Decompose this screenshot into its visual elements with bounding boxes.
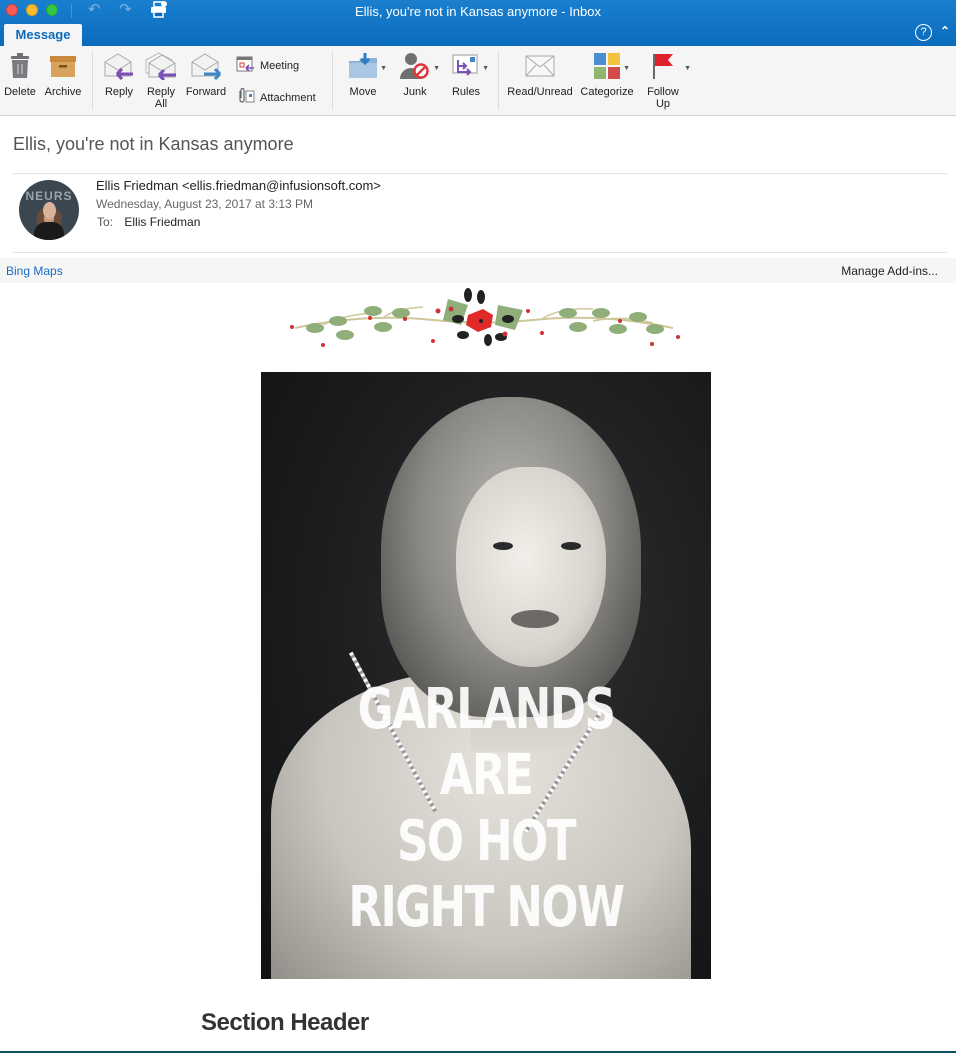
message-datetime: Wednesday, August 23, 2017 at 3:13 PM (96, 197, 314, 211)
delete-label: Delete (4, 86, 36, 98)
junk-button[interactable]: ▼ Junk (397, 46, 440, 116)
junk-user-icon: ▼ (399, 46, 440, 86)
to-label: To: (97, 215, 114, 229)
hero-image-eye (493, 542, 513, 550)
reply-icon (103, 46, 135, 86)
move-button[interactable]: ▼ Move (345, 46, 387, 116)
addin-bar: Bing Maps Manage Add-ins... (0, 258, 956, 283)
collapse-ribbon-icon[interactable]: ⌃ (940, 24, 950, 38)
hero-image-eye (561, 542, 581, 550)
calendar-icon (236, 56, 255, 75)
trash-icon (9, 46, 31, 86)
avatar-background-text: NEURS (25, 189, 73, 203)
recipient[interactable]: Ellis Friedman (124, 215, 200, 229)
hero-text-line: SO HOT (397, 809, 576, 874)
reply-button[interactable]: Reply (101, 46, 137, 116)
meeting-button[interactable]: Meeting (236, 56, 299, 75)
follow-up-button[interactable]: ▼ Follow Up (644, 46, 691, 116)
ribbon-divider (498, 52, 499, 110)
attachment-button[interactable]: Attachment (236, 87, 316, 107)
archive-label: Archive (44, 86, 82, 98)
reply-label: Reply (104, 86, 134, 98)
rules-icon: ▼ (452, 46, 489, 86)
meeting-label: Meeting (260, 59, 300, 72)
chevron-down-icon: ▼ (684, 65, 691, 72)
garland-image (290, 288, 680, 347)
ribbon-toolbar: Delete Archive Reply Reply All Forward M… (0, 46, 956, 116)
help-icon[interactable]: ? (915, 24, 932, 41)
attachment-label: Attachment (260, 91, 316, 104)
tab-message[interactable]: Message (4, 24, 82, 46)
delete-button[interactable]: Delete (2, 46, 38, 116)
categories-grid-icon: ▼ (593, 46, 630, 86)
title-bar: ↶ ↷ Ellis, you're not in Kansas anymore … (0, 0, 956, 46)
rules-label: Rules (451, 86, 481, 98)
move-label: Move (349, 86, 377, 98)
chevron-down-icon: ▼ (380, 65, 387, 72)
rules-button[interactable]: ▼ Rules (448, 46, 489, 116)
archive-button[interactable]: Archive (42, 46, 84, 116)
recipients-row: To: Ellis Friedman (97, 215, 200, 229)
hero-overlay-text: GARLANDS ARE SO HOT RIGHT NOW (311, 677, 662, 941)
forward-button[interactable]: Forward (184, 46, 228, 116)
message-subject: Ellis, you're not in Kansas anymore (13, 134, 294, 154)
read-unread-label: Read/Unread (507, 86, 573, 98)
chevron-down-icon: ▼ (623, 65, 630, 72)
junk-label: Junk (403, 86, 427, 98)
envelope-icon (525, 46, 555, 86)
chevron-down-icon: ▼ (482, 65, 489, 72)
avatar: NEURS (19, 180, 79, 240)
categorize-label: Categorize (580, 86, 634, 98)
header-divider (13, 252, 947, 253)
avatar-body (34, 222, 64, 240)
avatar-face (43, 202, 56, 219)
reply-all-icon (144, 46, 178, 86)
header-divider (13, 173, 947, 174)
read-unread-button[interactable]: Read/Unread (506, 46, 574, 116)
chevron-down-icon: ▼ (433, 65, 440, 72)
hero-text-line: RIGHT NOW (348, 875, 625, 940)
ribbon-divider (92, 52, 93, 110)
categorize-button[interactable]: ▼ Categorize (578, 46, 636, 116)
sender[interactable]: Ellis Friedman <ellis.friedman@infusions… (96, 178, 381, 193)
manage-addins-link[interactable]: Manage Add-ins... (841, 264, 938, 278)
hero-image-lips (511, 610, 559, 628)
flag-icon: ▼ (651, 46, 691, 86)
reply-all-button[interactable]: Reply All (143, 46, 179, 116)
archive-box-icon (49, 46, 77, 86)
forward-label: Forward (185, 86, 227, 98)
bing-maps-link[interactable]: Bing Maps (6, 264, 63, 278)
forward-icon (190, 46, 222, 86)
reply-all-label: Reply All (146, 86, 176, 110)
paperclip-icon (236, 87, 255, 107)
ribbon-divider (332, 52, 333, 110)
follow-up-label: Follow Up (647, 86, 679, 110)
window-title: Ellis, you're not in Kansas anymore - In… (355, 4, 601, 19)
section-header: Section Header (201, 1009, 369, 1036)
hero-text-line: GARLANDS ARE (357, 677, 616, 808)
hero-image: GARLANDS ARE SO HOT RIGHT NOW (261, 372, 711, 979)
hero-image-face (456, 467, 606, 667)
folder-move-icon: ▼ (348, 46, 387, 86)
